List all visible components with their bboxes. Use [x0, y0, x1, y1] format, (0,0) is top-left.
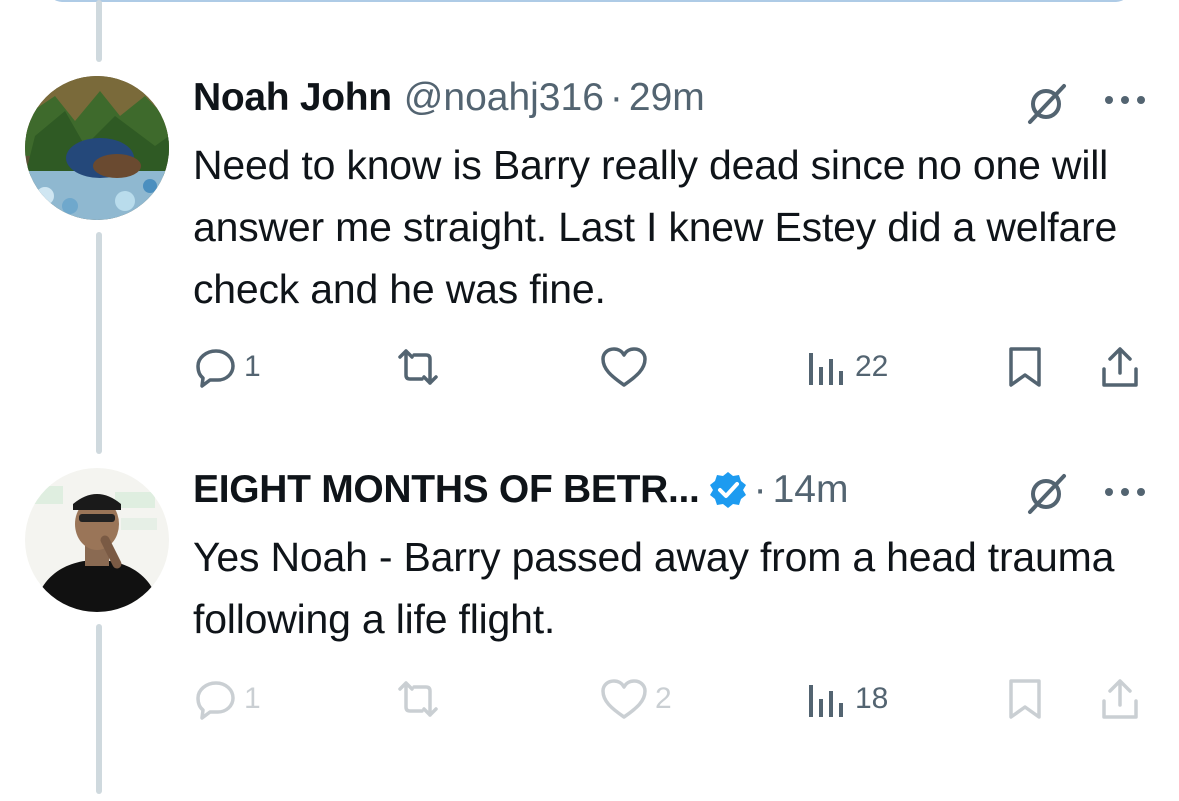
- retweet-icon: [398, 681, 438, 717]
- tweet-header: EIGHT MONTHS OF BETR... · 14m: [193, 468, 848, 512]
- like-icon: [601, 679, 647, 719]
- views-icon: [809, 353, 843, 385]
- more-icon[interactable]: [1103, 486, 1147, 498]
- tweet-text: Need to know is Barry really dead since …: [193, 142, 1118, 312]
- bookmark-icon: [1009, 679, 1041, 719]
- like-button[interactable]: [599, 342, 655, 392]
- retweet-icon: [398, 349, 438, 385]
- reply-button[interactable]: 1: [194, 674, 261, 724]
- share-icon: [1102, 679, 1138, 719]
- view-count: 22: [855, 350, 889, 383]
- views-button[interactable]: 22: [805, 342, 888, 392]
- tweet-2[interactable]: EIGHT MONTHS OF BETR... · 14m Yes Noah -…: [0, 440, 1179, 801]
- share-icon: [1102, 347, 1138, 387]
- tweet-actions: 1 2 18: [0, 674, 1179, 724]
- share-button[interactable]: [1098, 342, 1142, 392]
- like-icon: [601, 347, 647, 387]
- reply-count: 1: [244, 682, 261, 715]
- reply-icon: [196, 681, 235, 720]
- bookmark-button[interactable]: [1005, 674, 1045, 724]
- reply-button[interactable]: 1: [194, 342, 261, 392]
- tweet-actions: 1 22: [0, 342, 1179, 392]
- share-button[interactable]: [1098, 674, 1142, 724]
- reply-count: 1: [244, 350, 261, 383]
- username[interactable]: @noahj316: [404, 76, 604, 120]
- retweet-button[interactable]: [394, 342, 448, 392]
- more-icon[interactable]: [1103, 94, 1147, 106]
- verified-badge-icon: [709, 472, 746, 508]
- timestamp[interactable]: 14m: [773, 468, 849, 512]
- separator-dot: ·: [609, 76, 623, 119]
- reply-icon: [196, 349, 235, 388]
- like-button[interactable]: 2: [599, 674, 672, 724]
- timestamp[interactable]: 29m: [629, 76, 705, 120]
- like-count: 2: [655, 682, 672, 715]
- grok-icon[interactable]: [1024, 82, 1068, 126]
- views-icon: [809, 685, 843, 717]
- retweet-button[interactable]: [394, 674, 448, 724]
- view-count: 18: [855, 682, 889, 715]
- tweet-text: Yes Noah - Barry passed away from a head…: [193, 534, 1115, 642]
- avatar[interactable]: [25, 468, 169, 612]
- bookmark-icon: [1009, 347, 1041, 387]
- bookmark-button[interactable]: [1005, 342, 1045, 392]
- grok-icon[interactable]: [1024, 472, 1068, 516]
- tweet-header: Noah John @noahj316 · 29m: [193, 76, 705, 120]
- avatar[interactable]: [25, 76, 169, 220]
- separator-dot: ·: [753, 468, 767, 511]
- display-name[interactable]: EIGHT MONTHS OF BETR...: [193, 468, 700, 512]
- views-button[interactable]: 18: [805, 674, 888, 724]
- tweet-1[interactable]: Noah John @noahj316 · 29m Need to know i…: [0, 0, 1179, 440]
- display-name[interactable]: Noah John: [193, 76, 392, 120]
